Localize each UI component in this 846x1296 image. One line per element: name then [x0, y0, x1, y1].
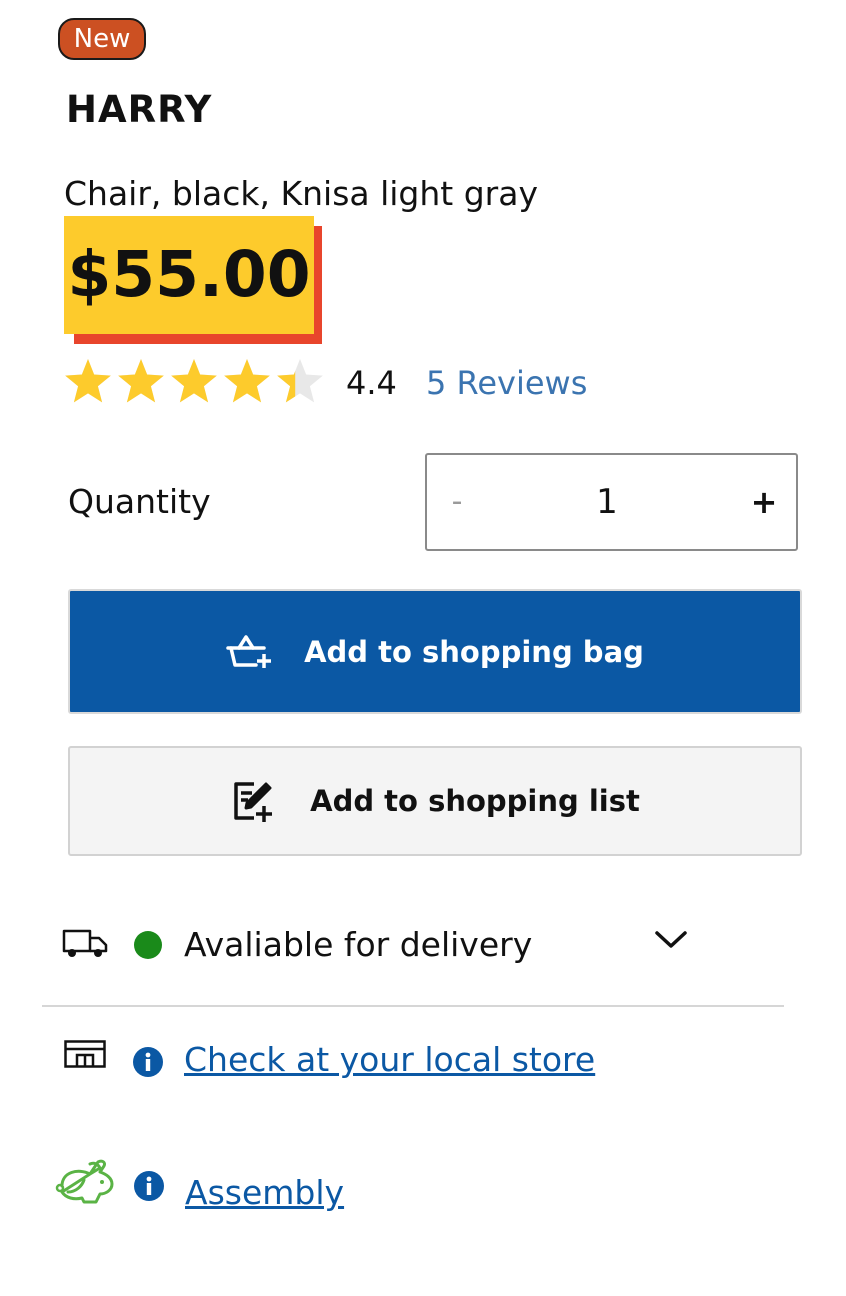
add-to-bag-label: Add to shopping bag: [304, 634, 644, 669]
reviews-link[interactable]: 5 Reviews: [426, 364, 587, 402]
rabbit-icon: [55, 1159, 114, 1204]
rating-value: 4.4: [346, 364, 397, 402]
availability-status-dot: [134, 931, 162, 959]
star-rating-graphic: [65, 359, 323, 403]
quantity-input[interactable]: 1: [567, 455, 647, 549]
rating-stars: [64, 356, 328, 410]
add-to-list-label: Add to shopping list: [310, 784, 640, 818]
price-value: $55.00: [64, 216, 314, 334]
quantity-increase-button[interactable]: +: [742, 455, 786, 549]
quantity-stepper: - 1 +: [425, 453, 798, 551]
divider: [42, 1005, 784, 1007]
delivery-status-text: Avaliable for delivery: [184, 925, 533, 964]
info-icon: [134, 1171, 164, 1201]
star-filled: [171, 359, 217, 403]
delivery-availability-row[interactable]: Avaliable for delivery: [62, 915, 702, 975]
star-filled: [224, 359, 270, 403]
shopping-basket-plus-icon: [226, 634, 272, 668]
star-filled: [118, 359, 164, 403]
quantity-label: Quantity: [68, 482, 211, 521]
assembly-link[interactable]: Assembly: [185, 1173, 344, 1212]
info-icon: [133, 1047, 163, 1077]
chevron-down-icon[interactable]: [654, 929, 688, 951]
add-to-bag-button[interactable]: Add to shopping bag: [68, 589, 802, 714]
product-name: HARRY: [66, 88, 213, 131]
note-edit-plus-icon: [234, 782, 273, 822]
add-to-list-button[interactable]: Add to shopping list: [68, 746, 802, 856]
product-description: Chair, black, Knisa light gray: [64, 174, 538, 213]
star-filled: [65, 359, 111, 403]
truck-icon: [62, 929, 108, 957]
quantity-decrease-button[interactable]: -: [435, 455, 479, 549]
check-local-store-link[interactable]: Check at your local store: [184, 1040, 595, 1079]
price-tag: $55.00: [64, 216, 322, 344]
new-badge: New: [58, 18, 146, 60]
store-icon: [64, 1040, 106, 1068]
